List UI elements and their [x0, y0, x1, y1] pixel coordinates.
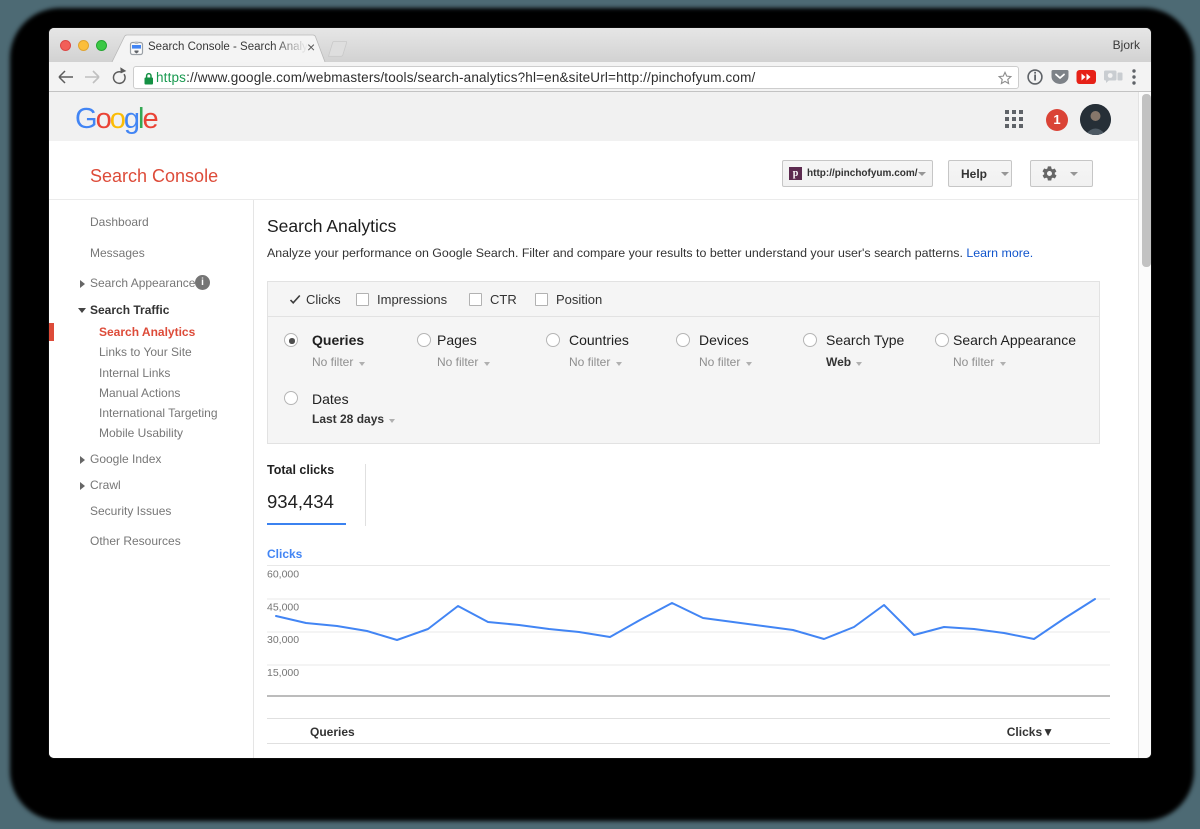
- svg-text:30,000: 30,000: [267, 634, 299, 646]
- svg-text:45,000: 45,000: [267, 602, 299, 614]
- svg-text:60,000: 60,000: [267, 569, 299, 581]
- svg-text:15,000: 15,000: [267, 667, 299, 679]
